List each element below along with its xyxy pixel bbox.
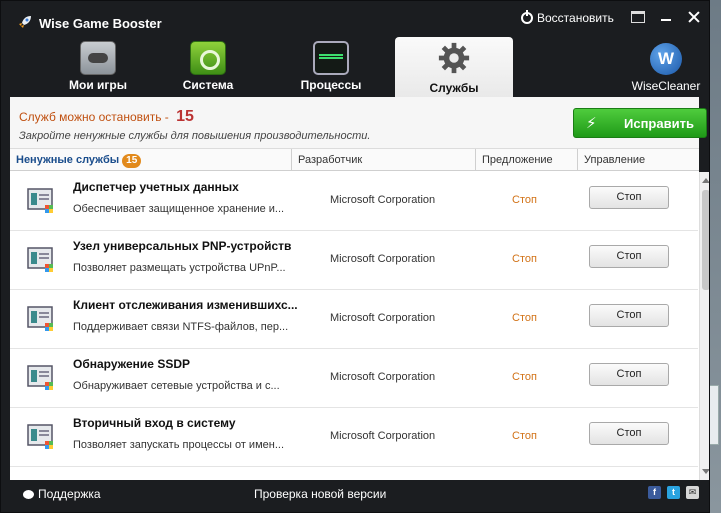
service-developer: Microsoft Corporation bbox=[330, 194, 436, 206]
desktop-window-fragment bbox=[709, 385, 719, 445]
mail-icon[interactable]: ✉ bbox=[686, 486, 699, 499]
facebook-icon[interactable]: f bbox=[648, 486, 661, 499]
column-header-developer[interactable]: Разработчик bbox=[292, 149, 476, 171]
service-icon bbox=[27, 424, 53, 449]
service-developer: Microsoft Corporation bbox=[330, 430, 436, 442]
service-title: Клиент отслеживания изменившихс... bbox=[73, 298, 298, 312]
service-developer: Microsoft Corporation bbox=[330, 253, 436, 265]
summary-hint: Закройте ненужные службы для повышения п… bbox=[19, 130, 371, 142]
service-title: Обнаружение SSDP bbox=[73, 357, 190, 371]
support-link[interactable]: Поддержка bbox=[23, 487, 101, 501]
table-row: Обнаружение SSDP Обнаруживает сетевые ус… bbox=[10, 349, 698, 408]
tab-system[interactable]: Система bbox=[149, 37, 267, 97]
service-description: Позволяет запускать процессы от имен... bbox=[73, 439, 284, 451]
restore-label: Восстановить bbox=[537, 11, 614, 25]
menu-icon[interactable] bbox=[631, 11, 645, 23]
power-icon bbox=[521, 10, 533, 24]
stop-button[interactable]: Стоп bbox=[589, 304, 669, 327]
monitor-pulse-icon bbox=[313, 41, 349, 75]
services-list: Диспетчер учетных данных Обеспечивает за… bbox=[10, 172, 698, 480]
chat-bubble-icon bbox=[23, 489, 34, 499]
app-window: Wise Game Booster Восстановить Мои игры … bbox=[0, 0, 710, 513]
gamepad-icon bbox=[80, 41, 116, 75]
column-header-control[interactable]: Управление bbox=[578, 149, 681, 171]
service-developer: Microsoft Corporation bbox=[330, 312, 436, 324]
service-suggestion: Стоп bbox=[512, 253, 537, 265]
stop-button[interactable]: Стоп bbox=[589, 245, 669, 268]
service-description: Поддерживает связи NTFS-файлов, пер... bbox=[73, 321, 289, 333]
twitter-icon[interactable]: t bbox=[667, 486, 680, 499]
wisecleaner-logo-icon: W bbox=[650, 43, 682, 75]
stoppable-label: Служб можно остановить - bbox=[19, 110, 169, 124]
service-suggestion: Стоп bbox=[512, 371, 537, 383]
tab-services[interactable]: Службы bbox=[395, 37, 513, 97]
service-suggestion: Стоп bbox=[512, 430, 537, 442]
table-header: Ненужные службы 15 Разработчик Предложени… bbox=[10, 149, 699, 171]
service-developer: Microsoft Corporation bbox=[330, 371, 436, 383]
stop-button[interactable]: Стоп bbox=[589, 363, 669, 386]
wisecleaner-label: WiseCleaner bbox=[631, 79, 701, 93]
service-description: Обеспечивает защищенное хранение и... bbox=[73, 203, 285, 215]
stoppable-services-line: Служб можно остановить - 15 bbox=[19, 108, 194, 126]
title-bar: Wise Game Booster Восстановить bbox=[1, 1, 709, 37]
close-icon[interactable] bbox=[687, 11, 701, 23]
wisecleaner-link[interactable]: W WiseCleaner bbox=[631, 43, 701, 93]
fix-button[interactable]: ⚡ Исправить bbox=[573, 108, 707, 138]
scroll-down-icon[interactable] bbox=[702, 469, 709, 474]
table-row: Клиент отслеживания изменившихс... Подде… bbox=[10, 290, 698, 349]
service-suggestion: Стоп bbox=[512, 312, 537, 324]
lightning-icon: ⚡ bbox=[586, 115, 597, 132]
service-icon bbox=[27, 306, 53, 331]
column-header-name[interactable]: Ненужные службы 15 bbox=[10, 149, 292, 171]
column-name-label: Ненужные службы bbox=[16, 154, 120, 166]
check-update-link[interactable]: Проверка новой версии bbox=[254, 487, 386, 501]
scroll-up-icon[interactable] bbox=[702, 178, 709, 183]
support-label: Поддержка bbox=[38, 487, 101, 501]
table-row: Диспетчер учетных данных Обеспечивает за… bbox=[10, 172, 698, 231]
service-icon bbox=[27, 188, 53, 213]
tab-my-games[interactable]: Мои игры bbox=[39, 37, 157, 97]
table-row: Вторичный вход в систему Позволяет запус… bbox=[10, 408, 698, 467]
app-title: Wise Game Booster bbox=[39, 16, 162, 31]
vertical-scrollbar[interactable] bbox=[699, 172, 709, 480]
restore-button[interactable]: Восстановить bbox=[521, 10, 614, 25]
gear-icon bbox=[438, 42, 470, 74]
service-icon bbox=[27, 365, 53, 390]
column-header-suggestion[interactable]: Предложение bbox=[476, 149, 578, 171]
scroll-thumb[interactable] bbox=[702, 190, 709, 290]
status-bar: Поддержка Проверка новой версии f t ✉ bbox=[1, 482, 709, 504]
services-panel: Служб можно остановить - 15 Закройте нен… bbox=[10, 97, 709, 480]
stop-button[interactable]: Стоп bbox=[589, 186, 669, 209]
tab-label: Службы bbox=[429, 81, 479, 95]
service-description: Обнаруживает сетевые устройства и с... bbox=[73, 380, 280, 392]
fix-button-label: Исправить bbox=[624, 115, 694, 131]
tab-label: Мои игры bbox=[69, 78, 127, 92]
table-row: Узел универсальных PNP-устройств Позволя… bbox=[10, 231, 698, 290]
tab-label: Процессы bbox=[300, 78, 362, 92]
stop-button[interactable]: Стоп bbox=[589, 422, 669, 445]
stoppable-count: 15 bbox=[176, 108, 194, 125]
count-badge: 15 bbox=[122, 154, 142, 168]
service-title: Узел универсальных PNP-устройств bbox=[73, 239, 292, 253]
tab-label: Система bbox=[182, 78, 234, 92]
service-title: Вторичный вход в систему bbox=[73, 416, 236, 430]
system-gauge-icon bbox=[190, 41, 226, 75]
main-nav: Мои игры Система Процессы Службы W WiseC… bbox=[1, 37, 709, 97]
service-suggestion: Стоп bbox=[512, 194, 537, 206]
minimize-icon[interactable] bbox=[659, 11, 673, 23]
service-description: Позволяет размещать устройства UPnP... bbox=[73, 262, 286, 274]
rocket-icon bbox=[19, 16, 31, 28]
services-summary: Служб можно остановить - 15 Закройте нен… bbox=[10, 97, 707, 149]
service-title: Диспетчер учетных данных bbox=[73, 180, 239, 194]
service-icon bbox=[27, 247, 53, 272]
social-links: f t ✉ bbox=[648, 486, 699, 499]
tab-processes[interactable]: Процессы bbox=[272, 37, 390, 97]
